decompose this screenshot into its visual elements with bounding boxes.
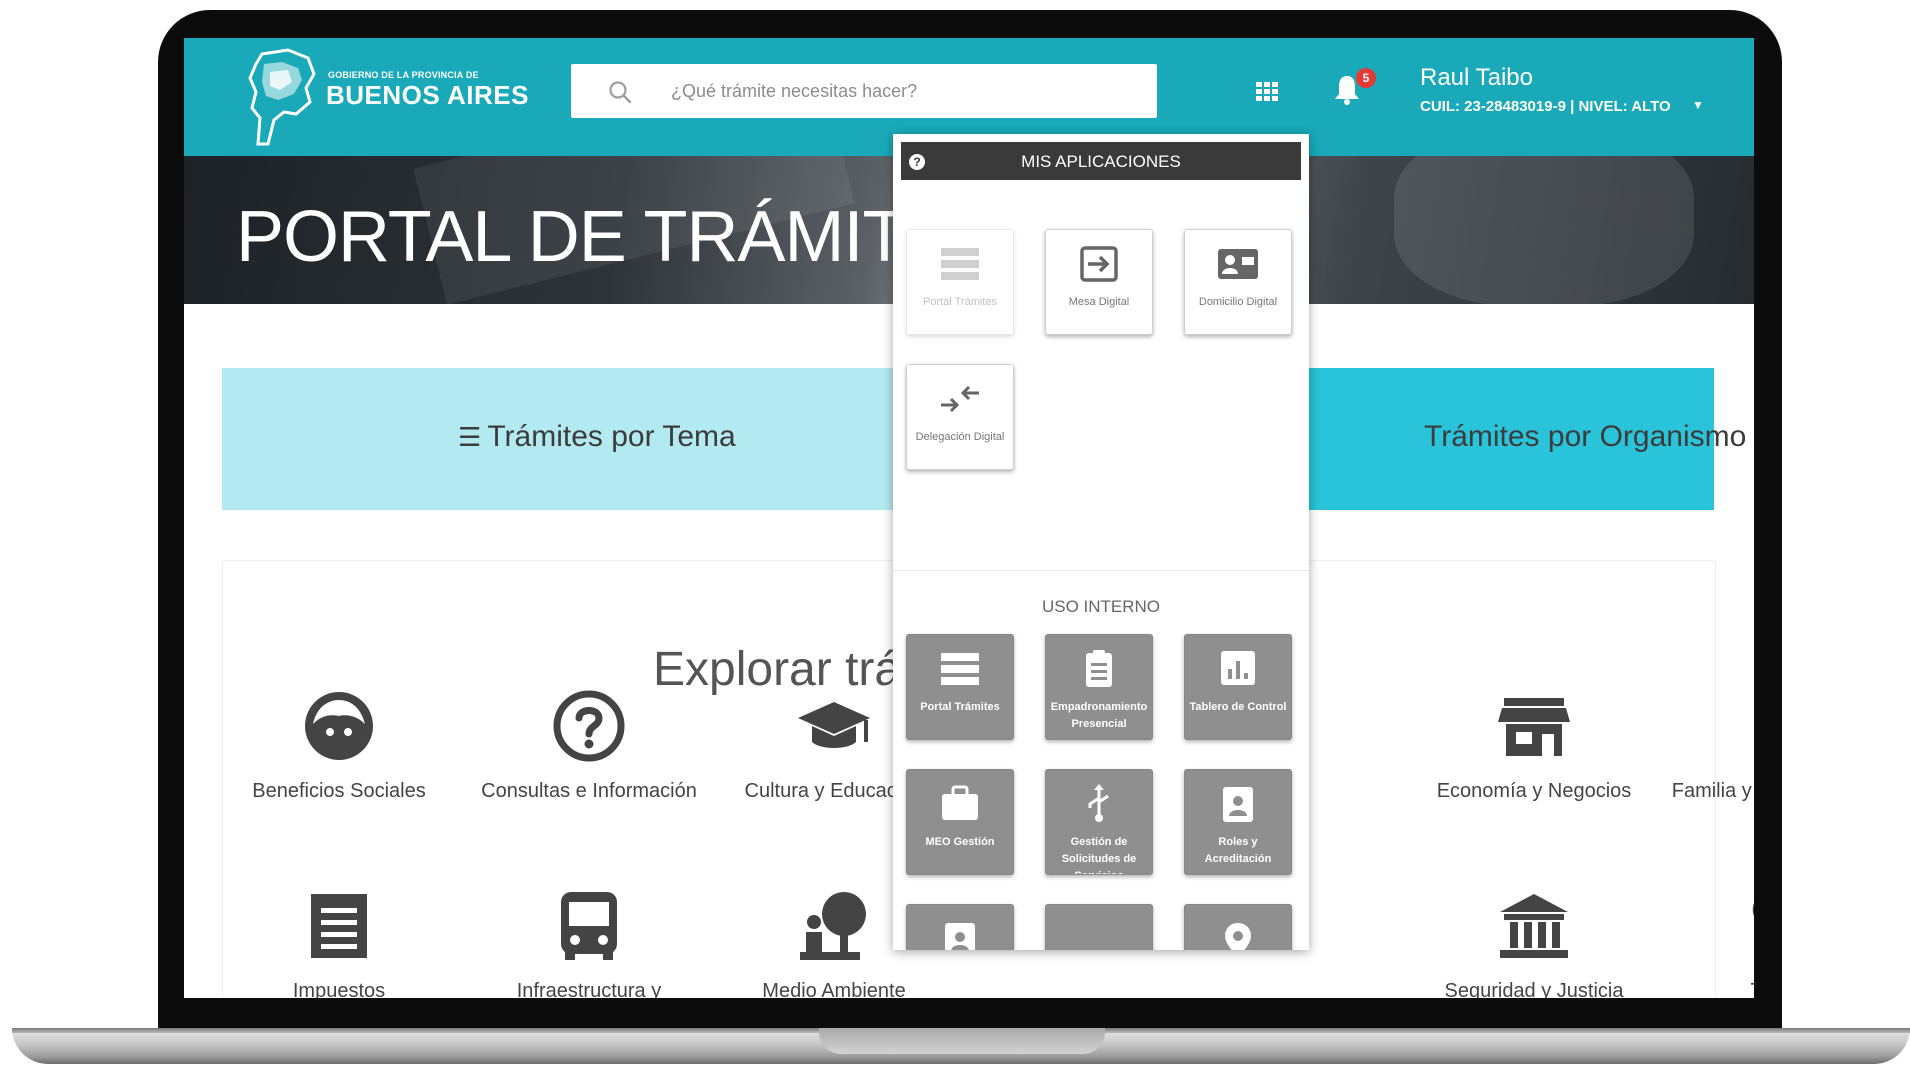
category-label: Trabajo	[1669, 980, 1754, 998]
tab-label-tema: ☰ Trámites por Tema	[458, 420, 736, 454]
list-icon: ☰	[458, 422, 482, 452]
search-icon	[609, 81, 632, 104]
chevron-down-icon[interactable]: ▼	[1692, 98, 1704, 112]
app-tile-label: Tablero de Control	[1189, 701, 1287, 713]
store-icon	[1498, 698, 1570, 756]
category-label: Economía y Negocios	[1436, 780, 1632, 802]
category-label: Medio Ambiente	[762, 980, 906, 998]
category-consultas[interactable]: Consultas e Información	[474, 686, 704, 802]
page-title: PORTAL DE TRÁMITES	[236, 197, 1000, 277]
app-tile-domicilio-digital[interactable]: Domicilio Digital	[1184, 229, 1292, 335]
chart-icon	[1221, 651, 1255, 685]
tab-label-organismo: Trámites por Organismo	[1424, 420, 1747, 453]
logo-big-text: BUENOS AIRES	[326, 80, 529, 110]
clipboard-icon	[1086, 650, 1112, 687]
category-label: Familia y Documentación	[1671, 780, 1754, 802]
category-infraestructura[interactable]: Infraestructura y	[474, 886, 704, 998]
screen: GOBIERNO DE LA PROVINCIA DE BUENOS AIRES…	[184, 38, 1754, 998]
category-familia[interactable]: Familia y Documentación	[1669, 686, 1754, 802]
category-label: Infraestructura y	[516, 980, 662, 998]
wrench-icon	[1752, 903, 1754, 916]
internal-tile-empadronamiento[interactable]: Empadronamiento Presencial	[1045, 634, 1153, 740]
apps-grid-icon[interactable]	[1254, 78, 1280, 104]
category-beneficios-sociales[interactable]: Beneficios Sociales	[224, 686, 454, 802]
apps-dropdown-title: MIS APLICACIONES	[1021, 152, 1181, 171]
face-icon	[305, 692, 373, 760]
app-tile-label: Empadronamiento Presencial	[1050, 701, 1148, 730]
badge-icon	[1223, 787, 1253, 822]
graduation-cap-icon	[798, 702, 870, 748]
internal-tile-contact[interactable]	[906, 904, 1014, 950]
tree-person-icon	[800, 892, 866, 960]
app-tile-mesa-digital[interactable]: Mesa Digital	[1045, 229, 1153, 335]
category-impuestos[interactable]: Impuestos	[224, 886, 454, 998]
location-icon	[1225, 923, 1251, 950]
search-input[interactable]: ¿Qué trámite necesitas hacer?	[671, 81, 917, 102]
search-bar[interactable]: ¿Qué trámite necesitas hacer?	[571, 64, 1157, 118]
internal-tile-tablero[interactable]: Tablero de Control	[1184, 634, 1292, 740]
list-icon	[941, 653, 979, 685]
category-label: Beneficios Sociales	[252, 780, 426, 802]
question-icon	[553, 690, 625, 762]
bus-icon	[561, 892, 617, 960]
divider	[893, 570, 1309, 571]
bank-icon	[1500, 894, 1568, 958]
briefcase-icon	[942, 785, 978, 820]
app-tile-label: Mesa Digital	[1068, 296, 1130, 308]
id-card-icon	[1218, 249, 1258, 279]
internal-tile-meo-gestion[interactable]: MEO Gestión	[906, 769, 1014, 875]
tab-label-tema-text: Trámites por Tema	[487, 420, 736, 453]
user-cuil-level: CUIL: 23-28483019-9 | NIVEL: ALTO	[1420, 98, 1671, 115]
app-tile-label: Delegación Digital	[915, 431, 1005, 443]
category-seguridad[interactable]: Seguridad y Justicia	[1419, 886, 1649, 998]
internal-tile-location[interactable]	[1184, 904, 1292, 950]
internal-tile-gestion-solicitudes[interactable]: Gestión de Solicitudes de Servicios	[1045, 769, 1153, 875]
app-tile-delegacion-digital[interactable]: Delegación Digital	[906, 364, 1014, 470]
logo-small-text: GOBIERNO DE LA PROVINCIA DE	[328, 70, 479, 80]
fingerprint-icon	[1744, 686, 1754, 766]
app-tile-label: Domicilio Digital	[1198, 296, 1278, 308]
notification-count-badge[interactable]: 5	[1356, 68, 1376, 88]
category-economia[interactable]: Economía y Negocios	[1419, 686, 1649, 802]
app-tile-portal-tramites[interactable]: Portal Trámites	[906, 229, 1014, 335]
internal-use-title: USO INTERNO	[1041, 597, 1161, 616]
internal-tile-roles[interactable]: Roles y Acreditación	[1184, 769, 1292, 875]
app-tile-label: Roles y Acreditación	[1204, 836, 1272, 865]
apps-dropdown: ? MIS APLICACIONES Portal Trámites Mesa …	[893, 134, 1309, 950]
category-label: Seguridad y Justicia	[1444, 980, 1624, 998]
arrows-icon	[941, 385, 979, 413]
laptop-notch	[819, 1028, 1105, 1054]
receipt-icon	[311, 894, 367, 958]
hero-shoulder-shape	[1394, 156, 1694, 304]
contact-icon	[945, 923, 975, 950]
app-tile-label: Gestión de Solicitudes de Servicios	[1061, 836, 1137, 874]
apps-dropdown-header: ? MIS APLICACIONES	[901, 142, 1301, 180]
category-label: Impuestos	[292, 980, 386, 998]
user-name[interactable]: Raul Taibo	[1420, 64, 1533, 92]
category-label: Consultas e Información	[481, 780, 697, 802]
internal-tile-blank[interactable]	[1045, 904, 1153, 950]
province-map-logo[interactable]	[248, 48, 318, 146]
login-icon	[1080, 246, 1118, 282]
usb-icon	[1088, 784, 1109, 822]
list-icon	[941, 248, 979, 280]
app-tile-label: Portal Trámites	[923, 296, 997, 308]
internal-tile-portal-tramites[interactable]: Portal Trámites	[906, 634, 1014, 740]
app-tile-label: Portal Trámites	[920, 701, 1000, 713]
app-tile-label: MEO Gestión	[925, 836, 995, 848]
tab-tramites-por-tema[interactable]: ☰ Trámites por Tema	[222, 368, 1002, 510]
category-trabajo[interactable]: Trabajo	[1669, 886, 1754, 998]
